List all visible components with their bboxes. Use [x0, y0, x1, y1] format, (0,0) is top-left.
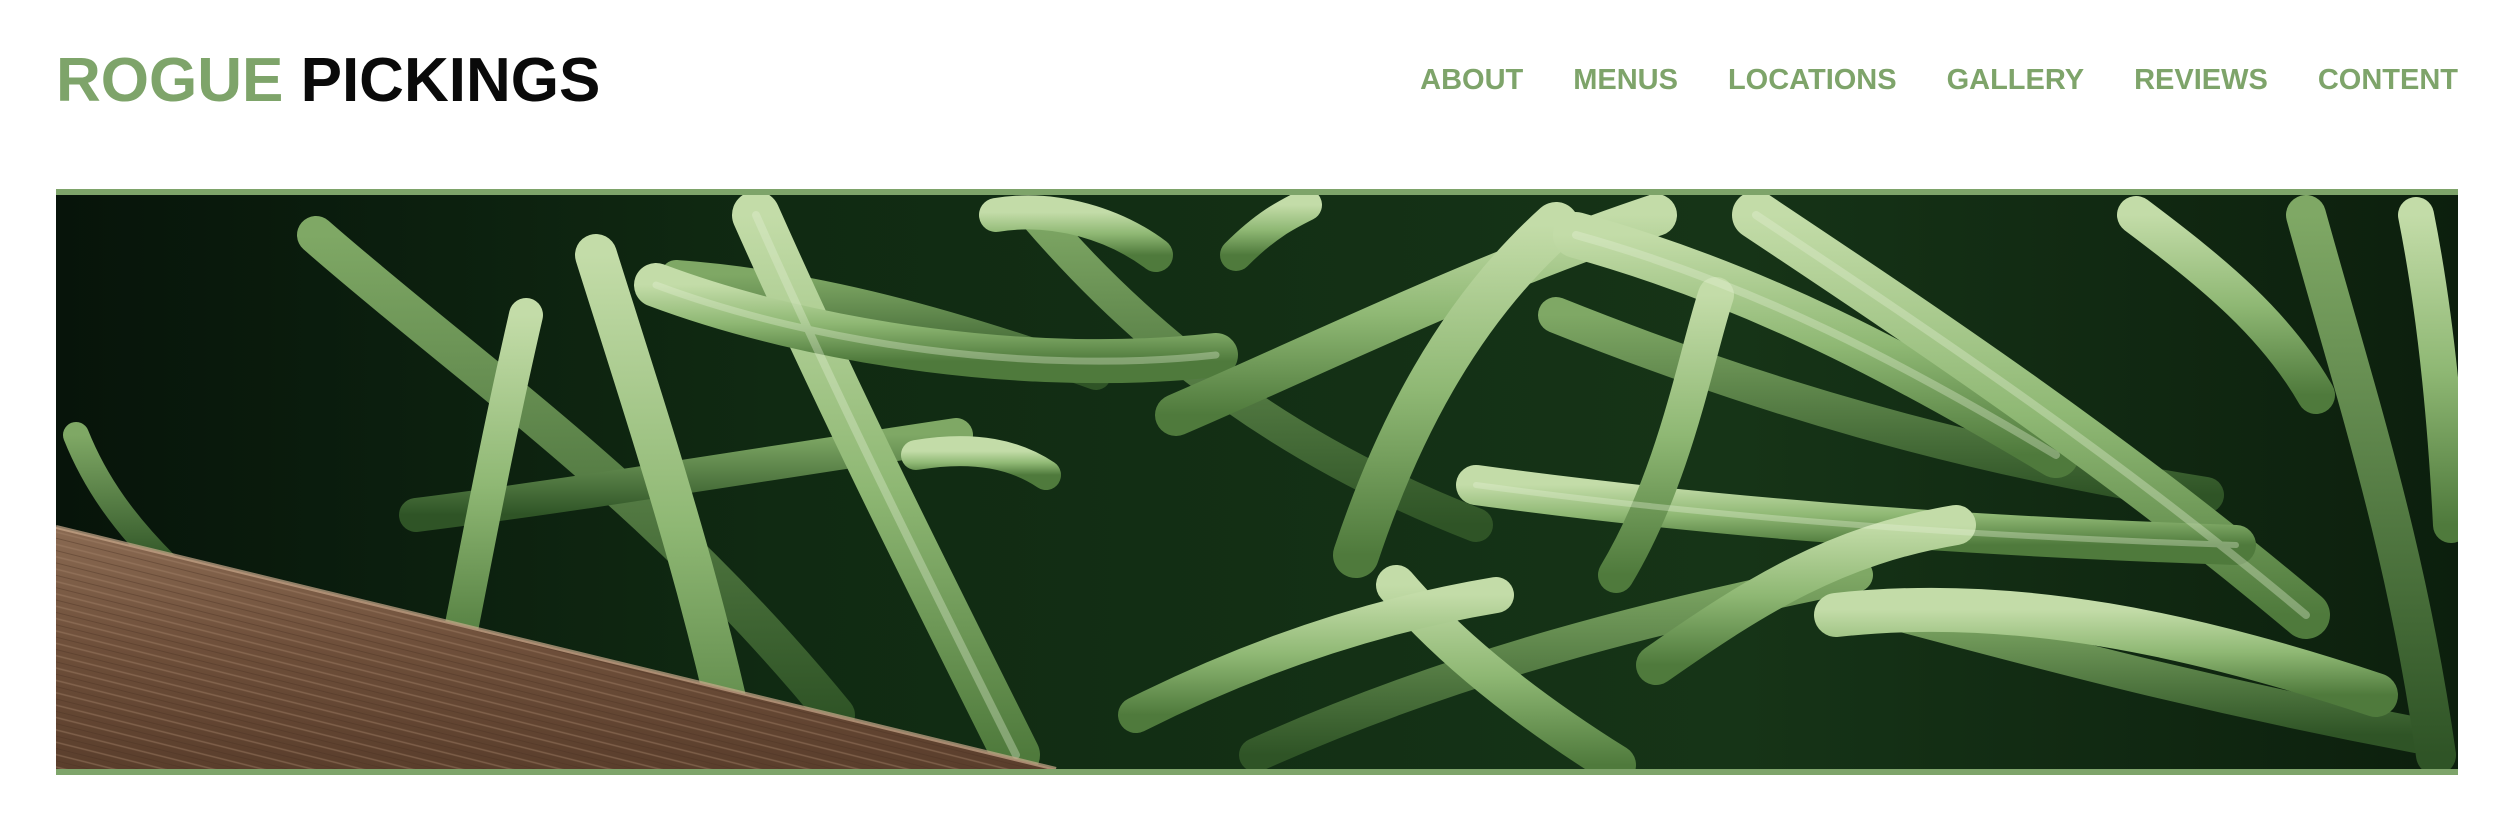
nav-item-menus: MENUS: [1573, 62, 1678, 98]
nav-item-gallery: GALLERY: [1947, 62, 2084, 98]
nav-item-content: CONTENT: [2318, 62, 2458, 98]
nav-link-gallery[interactable]: GALLERY: [1947, 62, 2084, 98]
page: ROGUE PICKINGS ABOUT MENUS LOCATIONS GAL…: [0, 0, 2514, 828]
hero-banner: [56, 189, 2458, 775]
nav-link-menus[interactable]: MENUS: [1573, 62, 1678, 98]
nav-item-reviews: REVIEWS: [2134, 62, 2268, 98]
nav-link-content[interactable]: CONTENT: [2318, 62, 2458, 98]
site-logo[interactable]: ROGUE PICKINGS: [56, 46, 600, 116]
logo-word-rogue: ROGUE: [56, 46, 284, 115]
nav-item-about: ABOUT: [1420, 62, 1523, 98]
logo-word-pickings: PICKINGS: [300, 46, 601, 115]
nav-link-about[interactable]: ABOUT: [1420, 62, 1523, 98]
main-nav: ABOUT MENUS LOCATIONS GALLERY REVIEWS CO…: [1420, 62, 2458, 98]
nav-link-reviews[interactable]: REVIEWS: [2134, 62, 2268, 98]
site-header: ROGUE PICKINGS ABOUT MENUS LOCATIONS GAL…: [56, 40, 2458, 120]
green-beans-image: [56, 195, 2458, 769]
nav-link-locations[interactable]: LOCATIONS: [1728, 62, 1897, 98]
nav-item-locations: LOCATIONS: [1728, 62, 1897, 98]
